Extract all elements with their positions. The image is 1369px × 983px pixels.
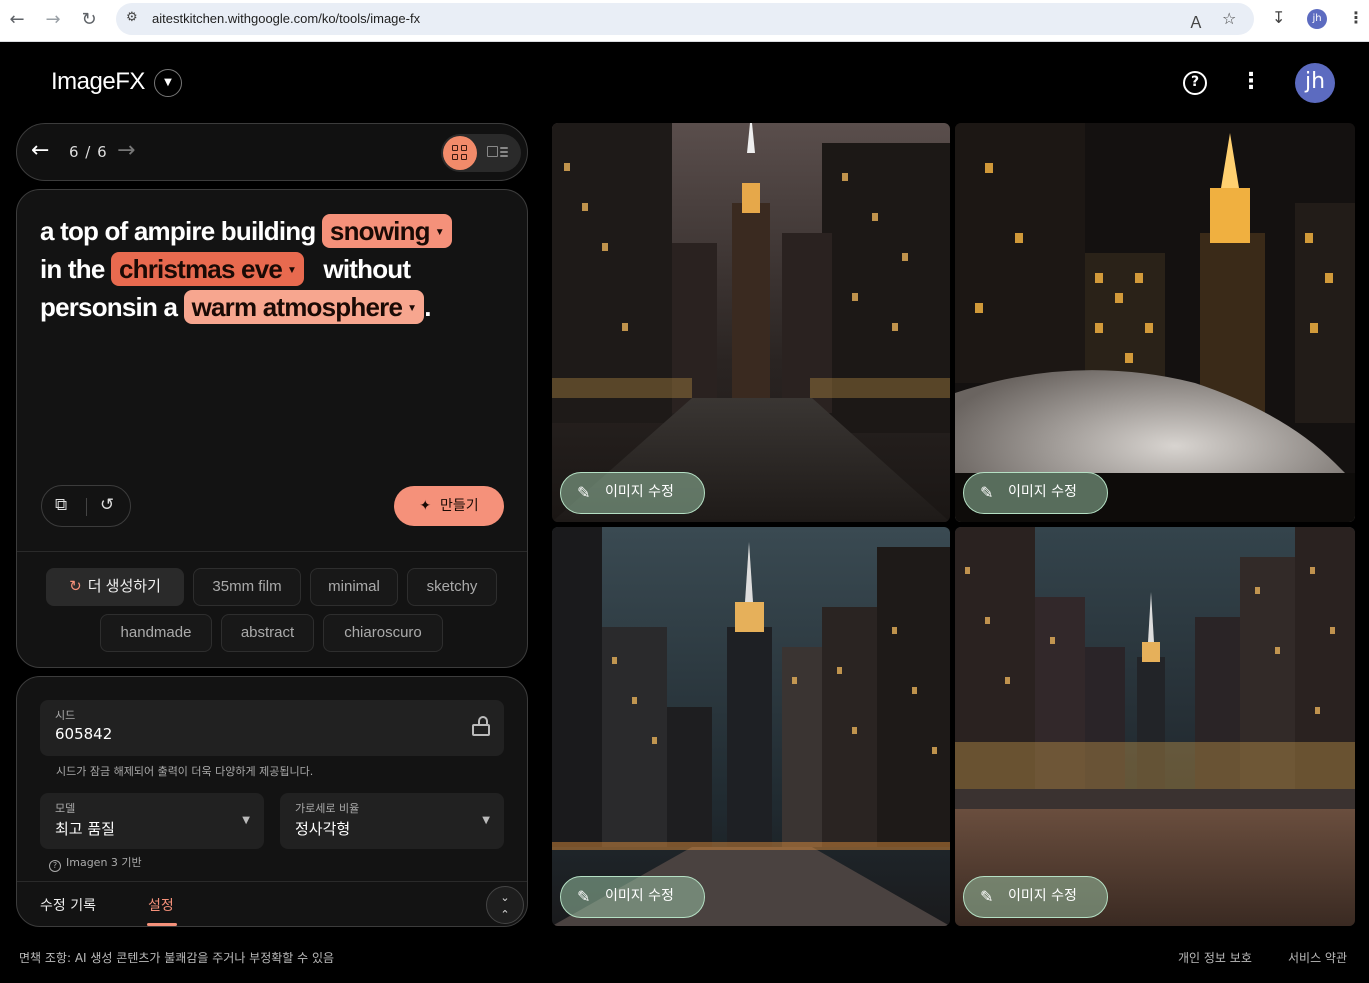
url-text[interactable]: aitestkitchen.withgoogle.com/ko/tools/im… xyxy=(152,11,420,26)
image-content xyxy=(955,527,1355,926)
prompt-text-segment[interactable]: a top of ampire building xyxy=(40,216,316,246)
model-select[interactable]: 모델 최고 품질 ▼ xyxy=(40,793,264,849)
prompt-chip-snowing[interactable]: snowing ▼ xyxy=(321,214,452,248)
view-toggle xyxy=(441,134,521,172)
style-tag[interactable]: abstract xyxy=(221,614,314,652)
browser-toolbar: ← → ↻ ⚙ aitestkitchen.withgoogle.com/ko/… xyxy=(0,0,1369,42)
more-options-icon[interactable]: ⋮ xyxy=(1240,68,1262,96)
collapse-icon[interactable]: ⌄ ⌃ xyxy=(486,886,524,924)
refresh-icon: ↻ xyxy=(69,578,82,595)
prompt-chip-warm-atmosphere[interactable]: warm atmosphere ▼ xyxy=(183,290,425,324)
browser-profile-avatar[interactable]: jh xyxy=(1307,9,1327,29)
prompt-tools: ⧉ ↺ xyxy=(41,485,131,527)
previous-arrow-icon[interactable]: ← xyxy=(31,138,49,163)
edit-image-button[interactable]: ✎ 이미지 수정 xyxy=(560,472,705,514)
generated-image-3[interactable]: ✎ 이미지 수정 xyxy=(552,527,950,926)
prompt-card: a top of ampire building snowing ▼ in the… xyxy=(16,189,528,668)
address-bar[interactable]: ⚙ aitestkitchen.withgoogle.com/ko/tools/… xyxy=(116,3,1254,35)
single-view-icon[interactable] xyxy=(487,144,509,160)
image-content xyxy=(552,123,950,522)
unlock-icon[interactable] xyxy=(472,716,490,736)
model-label: 모델 xyxy=(55,802,76,815)
history-pager: ← 6 / 6 → xyxy=(16,123,528,181)
generated-image-2[interactable]: ✎ 이미지 수정 xyxy=(955,123,1355,522)
generated-image-1[interactable]: ✎ 이미지 수정 xyxy=(552,123,950,522)
tab-settings[interactable]: 설정 xyxy=(148,895,174,915)
grid-view-icon[interactable] xyxy=(443,136,477,170)
privacy-link[interactable]: 개인 정보 보호 xyxy=(1178,949,1252,966)
prompt-text-segment[interactable]: in the xyxy=(40,254,105,284)
prompt-text-segment[interactable]: without xyxy=(323,254,411,284)
brush-icon: ✎ xyxy=(980,887,994,906)
aspect-ratio-label: 가로세로 비율 xyxy=(295,802,360,815)
terms-link[interactable]: 서비스 약관 xyxy=(1288,949,1347,966)
style-tag[interactable]: minimal xyxy=(310,568,398,606)
tab-history[interactable]: 수정 기록 xyxy=(40,895,96,915)
aspect-ratio-value: 정사각형 xyxy=(295,820,351,838)
reset-icon[interactable]: ↺ xyxy=(100,495,114,515)
forward-arrow-icon[interactable]: → xyxy=(40,7,66,33)
app-brand: ImageFX xyxy=(51,68,145,95)
generate-more-button[interactable]: ↻ 더 생성하기 xyxy=(46,568,184,606)
image-content xyxy=(552,527,950,926)
edit-image-button[interactable]: ✎ 이미지 수정 xyxy=(560,876,705,918)
seed-value[interactable]: 605842 xyxy=(55,725,112,743)
page-count: 6 / 6 xyxy=(69,143,108,161)
edit-image-button[interactable]: ✎ 이미지 수정 xyxy=(963,876,1108,918)
style-tag[interactable]: sketchy xyxy=(407,568,497,606)
generated-image-4[interactable]: ✎ 이미지 수정 xyxy=(955,527,1355,926)
style-tag[interactable]: 35mm film xyxy=(193,568,301,606)
disclaimer-text: 면책 조항: AI 생성 콘텐츠가 불쾌감을 주거나 부정확할 수 있음 xyxy=(19,951,335,965)
sparkle-icon: ✦ xyxy=(419,498,432,514)
translate-icon[interactable]: Ａ xyxy=(1188,9,1204,33)
style-tag[interactable]: handmade xyxy=(100,614,212,652)
chevron-down-icon: ▼ xyxy=(434,227,445,239)
brush-icon: ✎ xyxy=(577,887,591,906)
site-settings-icon[interactable]: ⚙ xyxy=(126,10,138,25)
brush-icon: ✎ xyxy=(577,483,591,502)
style-tag[interactable]: chiaroscuro xyxy=(323,614,443,652)
tool-switcher-dropdown[interactable]: ▼ xyxy=(154,69,182,97)
seed-hint: 시드가 잠금 해제되어 출력이 더욱 다양하게 제공됩니다. xyxy=(56,765,314,778)
copy-icon[interactable]: ⧉ xyxy=(55,495,67,515)
next-arrow-icon[interactable]: → xyxy=(117,138,135,163)
chevron-down-icon: ▼ xyxy=(242,815,250,826)
aspect-ratio-select[interactable]: 가로세로 비율 정사각형 ▼ xyxy=(280,793,504,849)
divider xyxy=(17,551,527,552)
seed-field[interactable]: 시드 605842 xyxy=(40,700,504,756)
prompt-text-segment: . xyxy=(424,292,431,322)
help-icon[interactable]: ? xyxy=(1183,71,1207,95)
browser-menu-icon[interactable]: ⋮ xyxy=(1348,8,1364,27)
divider xyxy=(86,498,87,516)
user-avatar[interactable]: jh xyxy=(1295,63,1335,103)
generate-button[interactable]: ✦ 만들기 xyxy=(394,486,504,526)
image-content xyxy=(955,123,1355,522)
chevron-down-icon: ▼ xyxy=(287,265,297,277)
model-value: 최고 품질 xyxy=(55,820,115,838)
back-arrow-icon[interactable]: ← xyxy=(4,7,30,33)
brush-icon: ✎ xyxy=(980,483,994,502)
help-icon[interactable]: ? xyxy=(49,860,61,872)
seed-label: 시드 xyxy=(55,709,76,722)
edit-image-button[interactable]: ✎ 이미지 수정 xyxy=(963,472,1108,514)
prompt-text-segment[interactable]: personsin a xyxy=(40,292,178,322)
download-icon[interactable]: ↧ xyxy=(1272,8,1285,27)
prompt-chip-christmas-eve[interactable]: christmas eve ▼ xyxy=(110,252,305,286)
chevron-down-icon: ▼ xyxy=(482,815,490,826)
model-note: ? Imagen 3 기반 xyxy=(49,854,142,872)
active-tab-indicator xyxy=(147,923,177,926)
reload-icon[interactable]: ↻ xyxy=(76,7,102,33)
prompt-editor[interactable]: a top of ampire building snowing ▼ in the… xyxy=(40,212,510,326)
divider xyxy=(17,881,527,882)
bookmark-star-icon[interactable]: ☆ xyxy=(1222,9,1236,28)
chevron-down-icon: ▼ xyxy=(407,303,417,315)
settings-card: 시드 605842 시드가 잠금 해제되어 출력이 더욱 다양하게 제공됩니다.… xyxy=(16,676,528,927)
